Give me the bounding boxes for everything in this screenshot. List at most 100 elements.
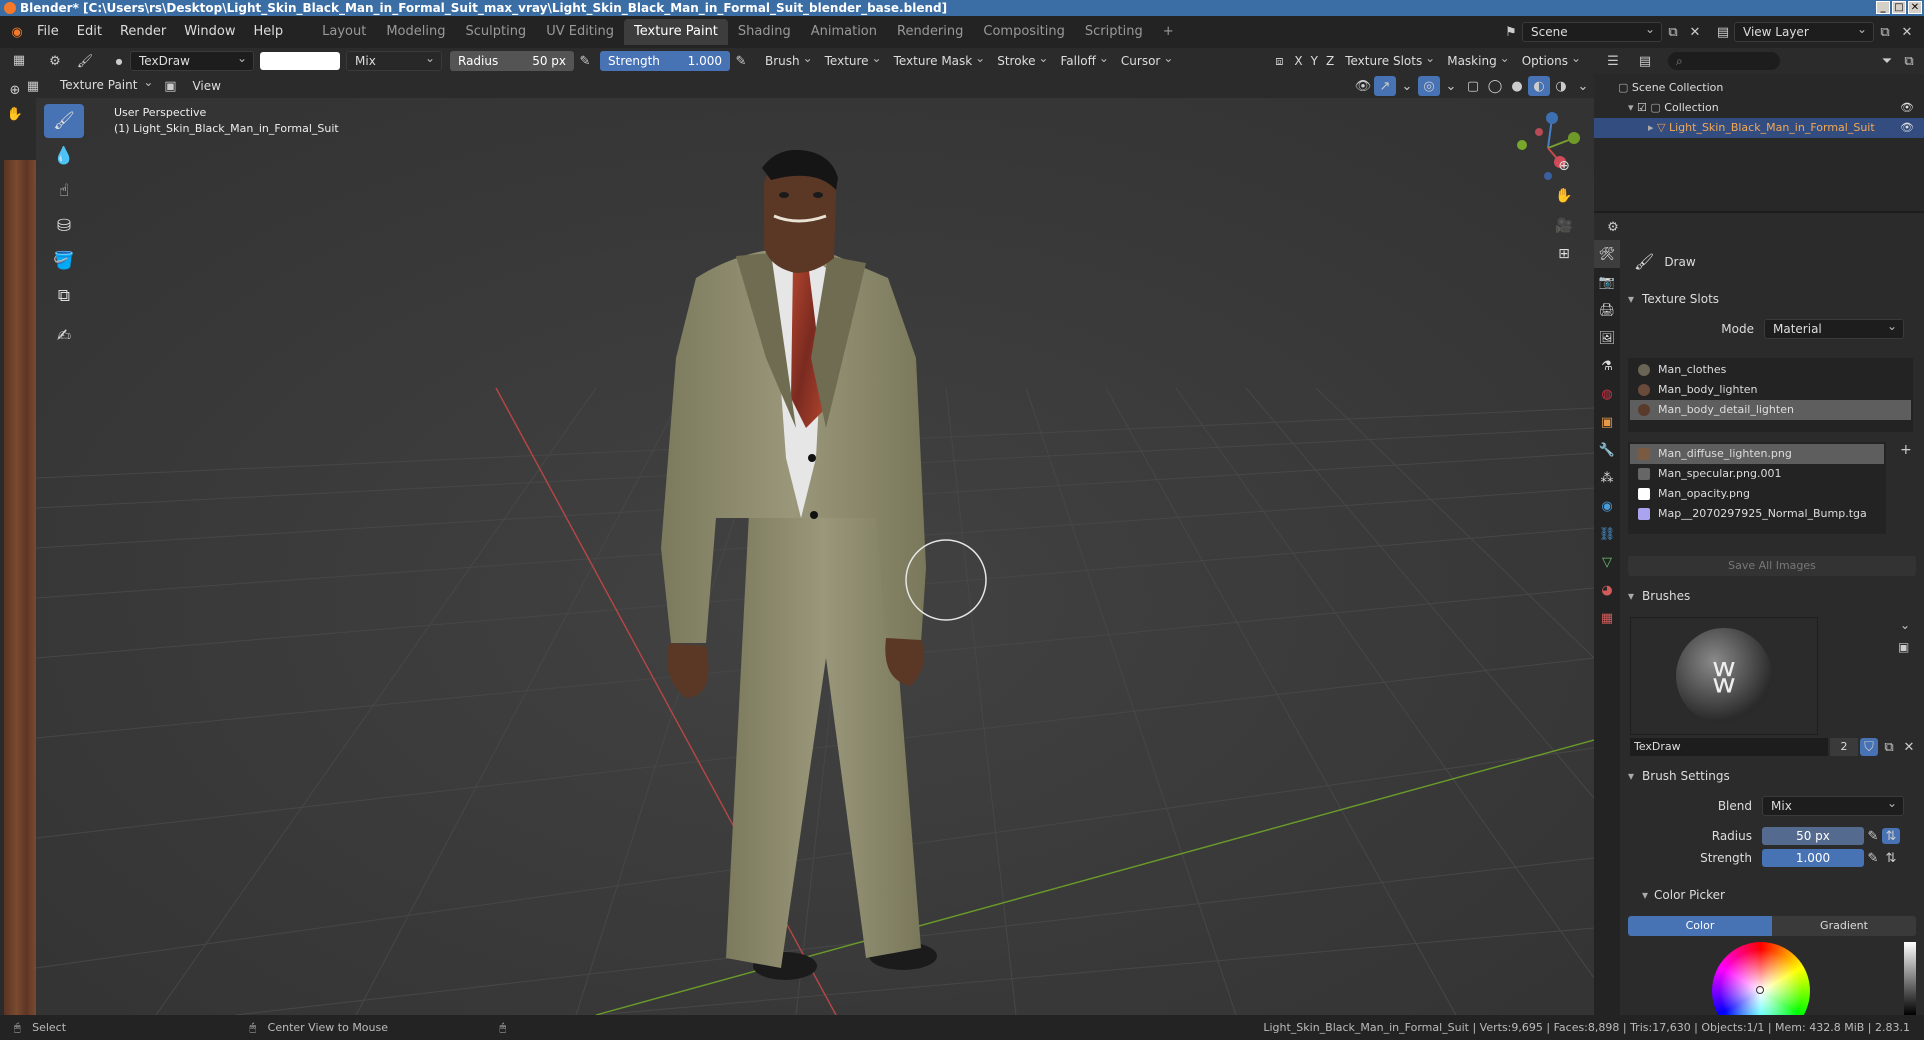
ortho-grid-icon[interactable]: ⊞ [1552, 242, 1576, 266]
brush-image-icon[interactable]: ▣ [1898, 640, 1909, 654]
tab-modeling[interactable]: Modeling [376, 19, 455, 45]
zoom-icon[interactable]: ⊕ [1552, 154, 1576, 178]
texture-slots-panel-header[interactable]: Texture Slots [1628, 288, 1914, 310]
brush-menu[interactable]: Brush [758, 51, 818, 68]
radius-pressure-toggle-icon[interactable]: ✎ [1864, 826, 1882, 846]
brush-menu-chevron-icon[interactable]: ⌄ [1900, 618, 1910, 632]
strength-pressure-icon[interactable]: ✎ [730, 51, 752, 71]
stroke-menu[interactable]: Stroke [990, 51, 1053, 68]
wireframe-shading-icon[interactable]: ◯ [1484, 76, 1506, 96]
scene-tab-icon[interactable]: ⚗ [1594, 352, 1620, 380]
close-button[interactable]: ✕ [1908, 1, 1922, 14]
tab-shading[interactable]: Shading [728, 19, 801, 45]
save-all-images-button[interactable]: Save All Images [1628, 556, 1916, 576]
brush-settings-panel-header[interactable]: Brush Settings [1628, 765, 1914, 787]
mask-toggle-icon[interactable]: ▣ [159, 76, 181, 96]
mode-selector[interactable]: Texture Paint [52, 73, 159, 96]
blend-dropdown[interactable]: Mix [1762, 794, 1904, 816]
new-scene-icon[interactable]: ⧉ [1662, 22, 1684, 42]
display-mode-icon[interactable]: ▤ [1634, 51, 1656, 71]
expand-icon[interactable]: ▾ [1628, 101, 1637, 114]
pan-hand-icon[interactable]: ✋ [1552, 184, 1576, 208]
duplicate-brush-icon[interactable]: ⧉ [1880, 738, 1898, 756]
brush-preview[interactable]: ʬ [1630, 617, 1818, 735]
overlays-toggle-icon[interactable]: ◎ [1418, 76, 1440, 96]
material-slot-item[interactable]: Man_body_lighten [1630, 380, 1911, 400]
grid-icon[interactable]: ▦ [8, 50, 30, 70]
brush-users-count[interactable]: 2 [1830, 738, 1858, 756]
strength-pressure-toggle-icon[interactable]: ✎ [1864, 848, 1882, 868]
scene-selector[interactable]: Scene [1522, 20, 1662, 42]
overlays-menu-icon[interactable]: ⌄ [1440, 76, 1462, 96]
image-slot-item[interactable]: Man_diffuse_lighten.png [1630, 444, 1884, 464]
delete-scene-icon[interactable]: ✕ [1684, 22, 1706, 42]
image-slot-item[interactable]: Man_specular.png.001 [1630, 464, 1884, 484]
texture-mask-menu[interactable]: Texture Mask [887, 51, 991, 68]
blend-mode-dropdown[interactable]: Mix [346, 49, 442, 71]
texture-tab-icon[interactable]: ▦ [1594, 604, 1620, 632]
data-tab-icon[interactable]: ▽ [1594, 548, 1620, 576]
rendered-shading-icon[interactable]: ◑ [1550, 76, 1572, 96]
mirror-x-toggle[interactable]: X [1290, 54, 1306, 68]
output-tab-icon[interactable]: 🖨 [1594, 296, 1620, 324]
draw-tool-icon[interactable]: 🖌 [44, 104, 84, 138]
texture-menu[interactable]: Texture [818, 51, 887, 68]
3d-viewport[interactable]: User Perspective (1) Light_Skin_Black_Ma… [36, 98, 1594, 1015]
object-tab-icon[interactable]: ▣ [1594, 408, 1620, 436]
brushes-panel-header[interactable]: Brushes [1628, 585, 1914, 607]
mask-tool-icon[interactable]: ⧉ [44, 279, 84, 313]
brush-icon[interactable]: 🖌 [74, 51, 96, 71]
tab-scripting[interactable]: Scripting [1075, 19, 1153, 45]
view-layer-icon[interactable]: ▤ [1712, 22, 1734, 42]
tab-color[interactable]: Color [1628, 916, 1772, 936]
outliner-collection[interactable]: ▾ ☑ ▢ Collection 👁 [1618, 98, 1924, 118]
expand-icon[interactable]: ▸ [1648, 121, 1657, 134]
tab-sculpting[interactable]: Sculpting [455, 19, 536, 45]
outliner-editor-icon[interactable]: ☰ [1602, 51, 1624, 71]
material-slot-item[interactable]: Man_clothes [1630, 360, 1911, 380]
color-picker-subpanel-header[interactable]: ▾ Color Picker [1642, 888, 1725, 902]
radius-pressure-icon[interactable]: ✎ [574, 51, 596, 71]
solid-shading-icon[interactable]: ● [1506, 76, 1528, 96]
tab-compositing[interactable]: Compositing [973, 19, 1075, 45]
brush-selector[interactable]: TexDraw [130, 49, 254, 71]
menu-file[interactable]: File [28, 16, 68, 48]
add-workspace-button[interactable]: + [1153, 19, 1184, 45]
properties-editor-icon[interactable]: ⚙ [1602, 217, 1624, 237]
image-slot-item[interactable]: Map__2070297925_Normal_Bump.tga [1630, 504, 1884, 524]
render-tab-icon[interactable]: 📷 [1594, 268, 1620, 296]
strength-field[interactable]: 1.000 [1762, 849, 1864, 867]
view-layer-tab-icon[interactable]: 🖼 [1594, 324, 1620, 352]
value-slider[interactable] [1904, 942, 1916, 1015]
scene-icon[interactable]: ⚑ [1500, 22, 1522, 42]
color-wheel[interactable] [1712, 942, 1810, 1015]
menu-help[interactable]: Help [245, 16, 293, 48]
new-view-layer-icon[interactable]: ⧉ [1874, 22, 1896, 42]
menu-edit[interactable]: Edit [68, 16, 111, 48]
camera-icon[interactable]: 🎥 [1552, 214, 1576, 238]
fill-tool-icon[interactable]: 🪣 [44, 244, 84, 278]
blender-menu-icon[interactable]: ◉ [6, 22, 28, 42]
editor-type-grid-icon[interactable]: ▦ [22, 76, 44, 96]
eye-icon[interactable]: 👁 [1900, 98, 1914, 118]
texture-slots-popover[interactable]: Texture Slots [1338, 51, 1440, 68]
world-tab-icon[interactable]: ◍ [1594, 380, 1620, 408]
tool-tab-icon[interactable]: 🛠 [1594, 240, 1620, 268]
image-slot-item[interactable]: Man_opacity.png [1630, 484, 1884, 504]
brush-color-swatch[interactable] [260, 52, 340, 70]
gizmo-menu-icon[interactable]: ⌄ [1396, 76, 1418, 96]
outliner-scene-collection[interactable]: ▢ Scene Collection [1618, 78, 1924, 98]
filter-icon[interactable]: ⏷ [1876, 51, 1898, 71]
soften-tool-icon[interactable]: 💧 [44, 139, 84, 173]
maximize-button[interactable]: □ [1892, 1, 1906, 14]
tab-layout[interactable]: Layout [312, 19, 376, 45]
outliner-object-row[interactable]: ▸ ▽ Light_Skin_Black_Man_in_Formal_Suit 👁 [1594, 118, 1924, 138]
tab-gradient[interactable]: Gradient [1772, 916, 1916, 936]
brush-name-field[interactable]: TexDraw [1630, 738, 1828, 756]
pan-region-icon[interactable]: ✋ [4, 104, 26, 124]
clone-tool-icon[interactable]: ⛁ [44, 209, 84, 243]
unlink-brush-icon[interactable]: ✕ [1900, 738, 1918, 756]
material-shading-icon[interactable]: ◐ [1528, 76, 1550, 96]
annotate-tool-icon[interactable]: ✍ [44, 319, 84, 353]
minimize-button[interactable]: _ [1876, 1, 1890, 14]
